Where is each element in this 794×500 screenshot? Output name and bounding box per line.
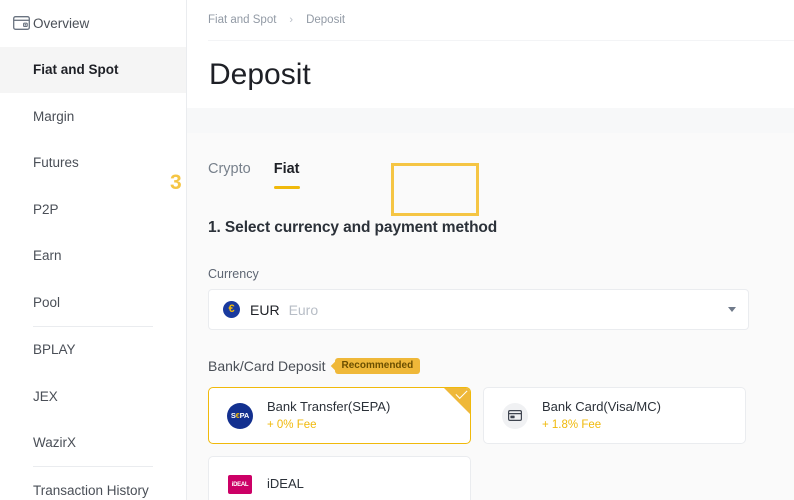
- page-title: Deposit: [209, 58, 311, 91]
- method-fee: + 0% Fee: [267, 419, 317, 431]
- sidebar-item-bplay[interactable]: BPLAY: [0, 327, 186, 374]
- method-name: Bank Card(Visa/MC): [542, 399, 661, 414]
- currency-select[interactable]: € EUR Euro: [208, 289, 749, 330]
- sidebar-item-label: Fiat and Spot: [33, 62, 119, 78]
- deposit-card: Crypto Fiat 1. Select currency and payme…: [187, 133, 794, 500]
- method-name: iDEAL: [267, 476, 304, 491]
- sidebar-item-futures[interactable]: Futures: [0, 140, 186, 187]
- sidebar-item-overview[interactable]: Overview: [0, 0, 186, 47]
- payment-method-ideal[interactable]: iDEAL iDEAL: [208, 456, 471, 500]
- ideal-logo-icon: iDEAL: [227, 472, 253, 498]
- sidebar-item-label: Earn: [33, 248, 62, 264]
- recommended-badge: Recommended: [334, 358, 421, 374]
- sidebar-item-wazirx[interactable]: WazirX: [0, 420, 186, 467]
- deposit-page: Overview Fiat and Spot Margin Futures P2…: [0, 0, 794, 500]
- sidebar-item-label: P2P: [33, 201, 59, 217]
- method-fee: + 1.8% Fee: [542, 419, 602, 431]
- chevron-right-icon: ›: [289, 14, 294, 26]
- tab-crypto[interactable]: Crypto: [208, 159, 251, 189]
- sepa-logo-icon: S € PA: [227, 402, 253, 429]
- eur-coin-icon: €: [223, 301, 240, 318]
- sidebar-item-margin[interactable]: Margin: [0, 93, 186, 140]
- sidebar-item-label: Margin: [33, 108, 75, 124]
- breadcrumb: Fiat and Spot › Deposit: [208, 0, 794, 41]
- main-content: Fiat and Spot › Deposit Deposit Crypto F…: [187, 0, 794, 500]
- credit-card-icon: [502, 402, 528, 429]
- sidebar-item-label: JEX: [33, 388, 58, 404]
- bank-deposit-title: Bank/Card Deposit: [208, 358, 326, 374]
- sidebar-item-transaction-history[interactable]: Transaction History: [0, 467, 186, 500]
- currency-name: Euro: [288, 301, 319, 318]
- step-heading: 1. Select currency and payment method: [208, 219, 498, 236]
- sidebar-item-label: BPLAY: [33, 342, 76, 358]
- deposit-tabs: Crypto Fiat: [208, 133, 794, 189]
- tab-fiat[interactable]: Fiat: [273, 159, 300, 189]
- currency-label: Currency: [208, 267, 259, 281]
- sidebar-item-label: Transaction History: [33, 482, 149, 498]
- section-gap: [187, 108, 794, 133]
- sidebar-item-earn[interactable]: Earn: [0, 233, 186, 280]
- breadcrumb-parent[interactable]: Fiat and Spot: [208, 14, 276, 26]
- sidebar-item-label: Pool: [33, 294, 61, 310]
- sidebar-item-p2p[interactable]: P2P: [0, 186, 186, 233]
- sidebar-item-label: Futures: [33, 155, 79, 171]
- breadcrumb-current: Deposit: [306, 14, 346, 26]
- chevron-down-icon[interactable]: [728, 307, 736, 312]
- wallet-icon: [9, 16, 33, 31]
- currency-code: EUR: [250, 301, 280, 318]
- sidebar-item-label: Overview: [33, 15, 90, 31]
- payment-method-list: S € PA Bank Transfer(SEPA) + 0% Fee Bank…: [208, 387, 764, 500]
- sidebar: Overview Fiat and Spot Margin Futures P2…: [0, 0, 187, 500]
- header-card: Fiat and Spot › Deposit Deposit: [187, 0, 794, 108]
- sidebar-item-jex[interactable]: JEX: [0, 373, 186, 420]
- bank-deposit-header: Bank/Card Deposit Recommended: [208, 358, 794, 374]
- sidebar-item-fiat-and-spot[interactable]: Fiat and Spot: [0, 46, 186, 93]
- sidebar-item-pool[interactable]: Pool: [0, 279, 186, 326]
- payment-method-bank-card[interactable]: Bank Card(Visa/MC) + 1.8% Fee: [483, 387, 746, 444]
- payment-method-sepa[interactable]: S € PA Bank Transfer(SEPA) + 0% Fee: [208, 387, 471, 444]
- sidebar-item-label: WazirX: [33, 435, 76, 451]
- method-name: Bank Transfer(SEPA): [267, 399, 391, 414]
